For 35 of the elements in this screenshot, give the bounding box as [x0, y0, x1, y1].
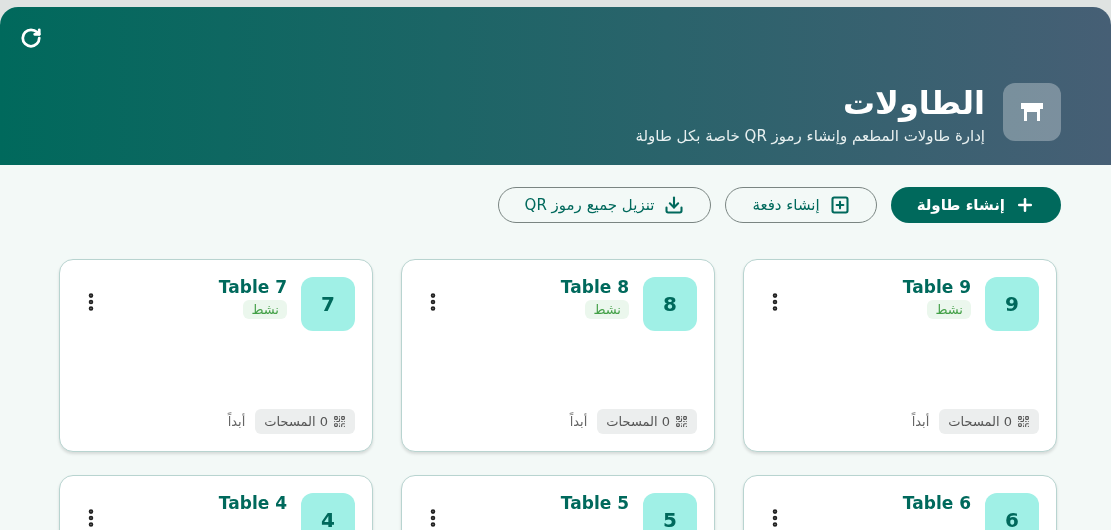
last-scan: أبداً: [227, 414, 246, 429]
table-number: 6: [985, 493, 1039, 530]
plus-icon: [1015, 195, 1035, 215]
table-name: Table 8: [560, 277, 629, 297]
create-button[interactable]: إنشاء طاولة: [890, 187, 1061, 223]
scan-count: 0 المسحات: [939, 409, 1039, 434]
last-scan: أبداً: [569, 414, 588, 429]
status-tag: نشط: [927, 300, 971, 319]
table-card[interactable]: 6 Table 6: [743, 475, 1057, 530]
refresh-icon[interactable]: [20, 27, 42, 49]
table-number: 9: [985, 277, 1039, 331]
scan-count: 0 المسحات: [597, 409, 697, 434]
table-name: Table 4: [218, 493, 287, 513]
last-scan: أبداً: [911, 414, 930, 429]
page-title: الطاولات: [841, 83, 985, 123]
table-number: 4: [301, 493, 355, 530]
status-tag: نشط: [243, 300, 287, 319]
qr-code-icon: [675, 415, 688, 428]
status-tag: نشط: [585, 300, 629, 319]
table-name: Table 5: [560, 493, 629, 513]
table-name: Table 7: [218, 277, 287, 297]
table-card[interactable]: 4 Table 4: [59, 475, 373, 530]
scan-count: 0 المسحات: [255, 409, 355, 434]
add-square-icon: [829, 195, 850, 215]
table-name: Table 6: [902, 493, 971, 513]
table-number: 8: [643, 277, 697, 331]
table-icon: [1003, 83, 1061, 141]
table-card[interactable]: 5 Table 5: [401, 475, 715, 530]
table-number: 5: [643, 493, 697, 530]
table-number: 7: [301, 277, 355, 331]
table-name: Table 9: [902, 277, 971, 297]
download-icon: [664, 195, 685, 215]
qr-code-icon: [1017, 415, 1030, 428]
page-subtitle: إدارة طاولات المطعم وإنشاء رموز QR خاصة بكل طاولة: [635, 127, 985, 145]
qr-code-icon: [333, 415, 346, 428]
